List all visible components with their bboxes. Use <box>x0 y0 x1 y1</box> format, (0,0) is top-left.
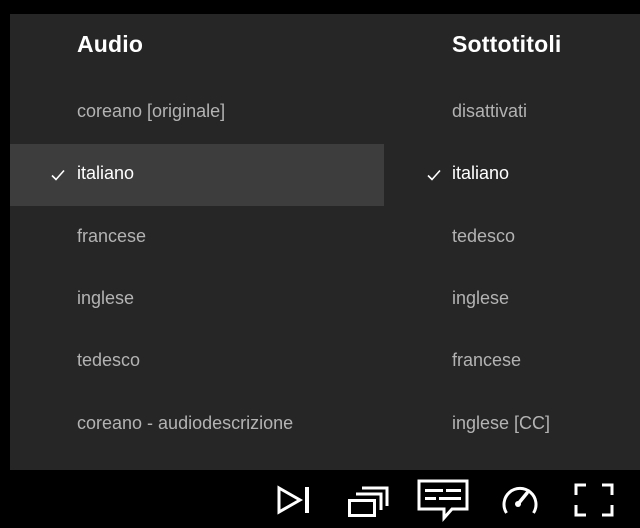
option-label: italiano <box>452 163 510 183</box>
audio-option-francese[interactable]: francese <box>10 207 384 269</box>
option-label: inglese <box>77 288 135 308</box>
audio-title: Audio <box>77 31 144 57</box>
subtitles-option-tedesco[interactable]: tedesco <box>384 207 640 269</box>
subtitles-title: Sottotitoli <box>452 31 562 57</box>
playback-speed-icon <box>502 486 538 514</box>
option-label: disattivati <box>452 101 528 121</box>
audio-subtitles-menu: Audio coreano [originale] italiano franc… <box>10 14 640 470</box>
next-episode-icon <box>277 485 309 515</box>
audio-option-coreano-audiodescrizione[interactable]: coreano - audiodescrizione <box>10 394 384 456</box>
audio-subtitles-button[interactable] <box>416 478 470 522</box>
subtitles-option-francese[interactable]: francese <box>384 331 640 393</box>
check-icon <box>427 169 441 181</box>
audio-option-inglese[interactable]: inglese <box>10 269 384 331</box>
audio-option-tedesco[interactable]: tedesco <box>10 331 384 393</box>
episodes-icon <box>348 486 389 517</box>
option-label: coreano - audiodescrizione <box>77 413 294 433</box>
subtitles-option-disattivati[interactable]: disattivati <box>384 82 640 144</box>
subtitles-option-inglese[interactable]: inglese <box>384 269 640 331</box>
audio-option-coreano-originale[interactable]: coreano [originale] <box>10 82 384 144</box>
audio-column: Audio coreano [originale] italiano franc… <box>10 14 384 470</box>
player-controls-bar <box>0 470 640 528</box>
fullscreen-button[interactable] <box>572 480 616 520</box>
subtitles-option-italiano[interactable]: italiano <box>384 144 640 206</box>
subtitles-option-inglese-cc[interactable]: inglese [CC] <box>384 394 640 456</box>
option-label: francese <box>77 226 147 246</box>
fullscreen-icon <box>574 483 614 517</box>
check-icon <box>51 169 65 181</box>
option-label: tedesco <box>452 226 516 246</box>
next-episode-button[interactable] <box>272 480 316 520</box>
option-label: inglese [CC] <box>452 413 551 433</box>
episodes-button[interactable] <box>346 480 390 520</box>
option-label: inglese <box>452 288 510 308</box>
playback-speed-button[interactable] <box>498 480 542 520</box>
option-label: francese <box>452 350 522 370</box>
option-label: coreano [originale] <box>77 101 226 121</box>
audio-option-italiano[interactable]: italiano <box>10 144 384 206</box>
audio-subtitles-icon <box>417 479 469 522</box>
subtitles-column: Sottotitoli disattivati italiano tedesco… <box>384 14 640 470</box>
option-label: tedesco <box>77 350 141 370</box>
option-label: italiano <box>77 163 135 183</box>
